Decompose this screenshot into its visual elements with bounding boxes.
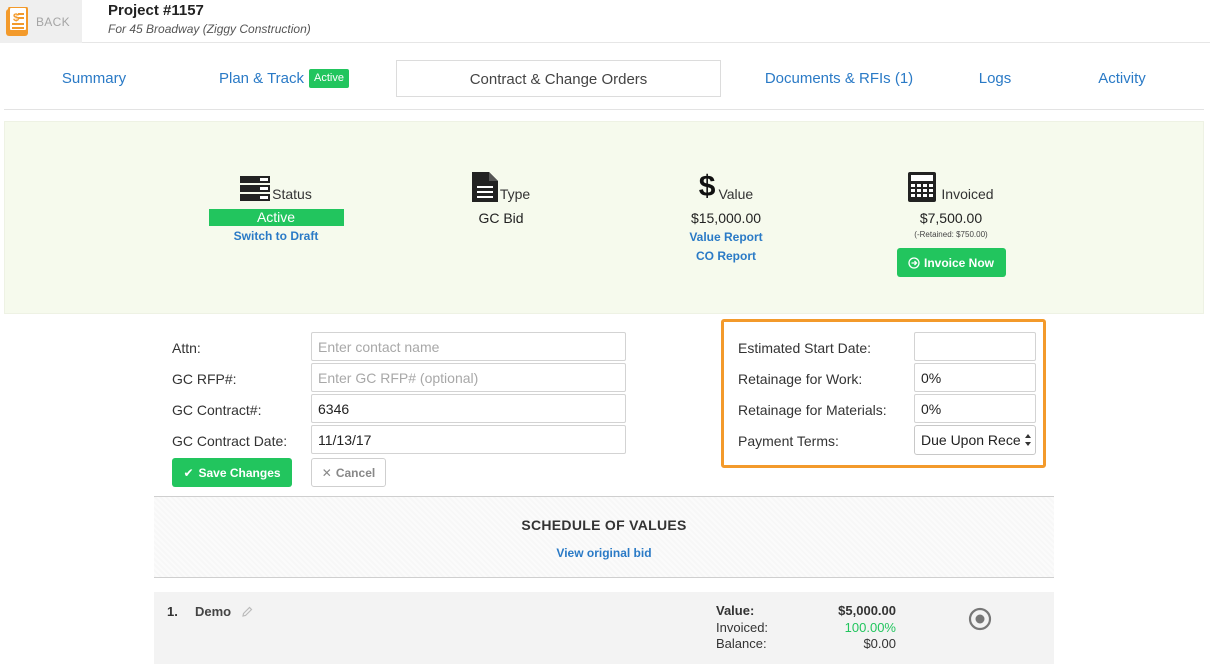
co-report-link[interactable]: CO Report <box>626 249 826 263</box>
type-value: GC Bid <box>478 210 524 226</box>
start-date-label: Estimated Start Date: <box>738 340 872 356</box>
gc-contract-date-label: GC Contract Date: <box>172 433 288 449</box>
close-icon: ✕ <box>321 465 332 480</box>
schedule-title: SCHEDULE OF VALUES <box>521 517 687 533</box>
tab-label: Logs <box>978 70 1012 87</box>
calculator-icon <box>908 172 937 202</box>
tab-activity[interactable]: Activity <box>1062 60 1182 97</box>
tab-documents-rfis[interactable]: Documents & RFIs (1) <box>739 60 939 97</box>
active-badge: Active <box>309 68 349 88</box>
item-balance: $0.00 <box>863 636 896 651</box>
invoiced-label: Invoiced <box>941 186 994 202</box>
invoiced-stat: Invoiced $7,500.00 (-Retained: $750.00) … <box>851 170 1051 277</box>
item-invoiced: 100.00% <box>844 620 896 635</box>
value-amount: $15,000.00 <box>690 210 762 226</box>
schedule-item-row: 1. Demo Value: $5,000.00 Invoiced: 100.0… <box>154 592 1054 664</box>
payment-terms-select[interactable]: Due Upon Rece <box>914 425 1036 455</box>
status-label: Status <box>272 186 312 202</box>
top-bar: $ BACK Project #1157 For 45 Broadway (Zi… <box>0 0 1210 43</box>
attn-label: Attn: <box>172 340 201 356</box>
retainage-work-input[interactable] <box>914 363 1036 392</box>
pencil-icon[interactable] <box>241 606 253 618</box>
invoiced-header: Invoiced <box>851 170 1051 202</box>
server-icon <box>240 176 271 201</box>
type-label: Type <box>499 186 531 202</box>
type-header: Type <box>401 170 601 202</box>
cancel-button[interactable]: ✕ Cancel <box>311 458 386 487</box>
back-button[interactable]: $ BACK <box>0 0 82 43</box>
invoice-now-label: Invoice Now <box>923 255 994 270</box>
payment-terms-value: Due Upon Rece <box>921 432 1021 448</box>
tab-logs[interactable]: Logs <box>945 60 1045 97</box>
item-name: Demo <box>195 604 232 619</box>
tab-label: Summary <box>61 70 127 87</box>
document-icon <box>471 172 498 202</box>
tab-label: Activity <box>1098 70 1146 87</box>
retainage-materials-label: Retainage for Materials: <box>738 402 887 418</box>
save-changes-button[interactable]: ✔ Save Changes <box>172 458 292 487</box>
value-stat: $ Value $15,000.00 Value Report CO Repor… <box>626 170 826 264</box>
tab-plan-track[interactable]: Plan & Track Active <box>194 60 374 97</box>
app-logo-icon: $ <box>5 5 31 37</box>
item-value: $5,000.00 <box>838 603 896 618</box>
tab-label: Plan & Track <box>218 70 305 87</box>
retained-note: (-Retained: $750.00) <box>914 230 988 239</box>
tab-label: Documents & RFIs (1) <box>764 70 914 87</box>
arrow-circle-icon <box>908 256 920 269</box>
contract-summary-panel: Status Active Switch to Draft Type GC Bi… <box>4 121 1204 314</box>
schedule-of-values-header: SCHEDULE OF VALUES View original bid <box>154 496 1054 578</box>
gc-rfp-label: GC RFP#: <box>172 371 237 387</box>
tab-bar: Summary Plan & Track Active Contract & Ch… <box>4 60 1204 110</box>
retainage-work-label: Retainage for Work: <box>738 371 863 387</box>
switch-to-draft-link[interactable]: Switch to Draft <box>176 229 376 243</box>
value-header: $ Value <box>626 170 826 203</box>
attn-input[interactable] <box>311 332 626 361</box>
value-label: Value: <box>716 603 755 618</box>
status-badge: Active <box>208 209 344 226</box>
gc-contract-input[interactable] <box>311 394 626 423</box>
item-number: 1. <box>167 604 178 619</box>
retainage-materials-input[interactable] <box>914 394 1036 423</box>
invoiced-amount: $7,500.00 <box>919 210 983 226</box>
project-title: Project #1157 <box>108 2 204 19</box>
view-original-bid-link[interactable]: View original bid <box>154 546 1054 560</box>
cancel-label: Cancel <box>335 465 376 480</box>
status-stat: Status Active Switch to Draft <box>176 170 376 243</box>
type-stat: Type GC Bid <box>401 170 601 226</box>
tab-summary[interactable]: Summary <box>14 60 174 97</box>
target-icon[interactable] <box>968 607 992 631</box>
status-header: Status <box>176 170 376 202</box>
tab-label: Contract & Change Orders <box>469 71 648 88</box>
back-label: BACK <box>36 14 70 29</box>
value-label: Value <box>718 186 754 202</box>
select-arrows-icon <box>1025 434 1031 446</box>
check-icon: ✔ <box>183 465 194 480</box>
balance-label: Balance: <box>716 636 767 651</box>
start-date-input[interactable] <box>914 332 1036 361</box>
gc-contract-label: GC Contract#: <box>172 402 262 418</box>
payment-terms-label: Payment Terms: <box>738 433 839 449</box>
gc-contract-date-input[interactable] <box>311 425 626 454</box>
tab-contract-change-orders[interactable]: Contract & Change Orders <box>396 60 721 97</box>
invoice-now-button[interactable]: Invoice Now <box>896 248 1006 277</box>
save-changes-label: Save Changes <box>198 465 281 480</box>
project-subtitle: For 45 Broadway (Ziggy Construction) <box>108 22 311 36</box>
invoiced-label: Invoiced: <box>716 620 769 635</box>
dollar-icon: $ <box>698 170 716 203</box>
gc-rfp-input[interactable] <box>311 363 626 392</box>
value-report-link[interactable]: Value Report <box>626 230 826 244</box>
